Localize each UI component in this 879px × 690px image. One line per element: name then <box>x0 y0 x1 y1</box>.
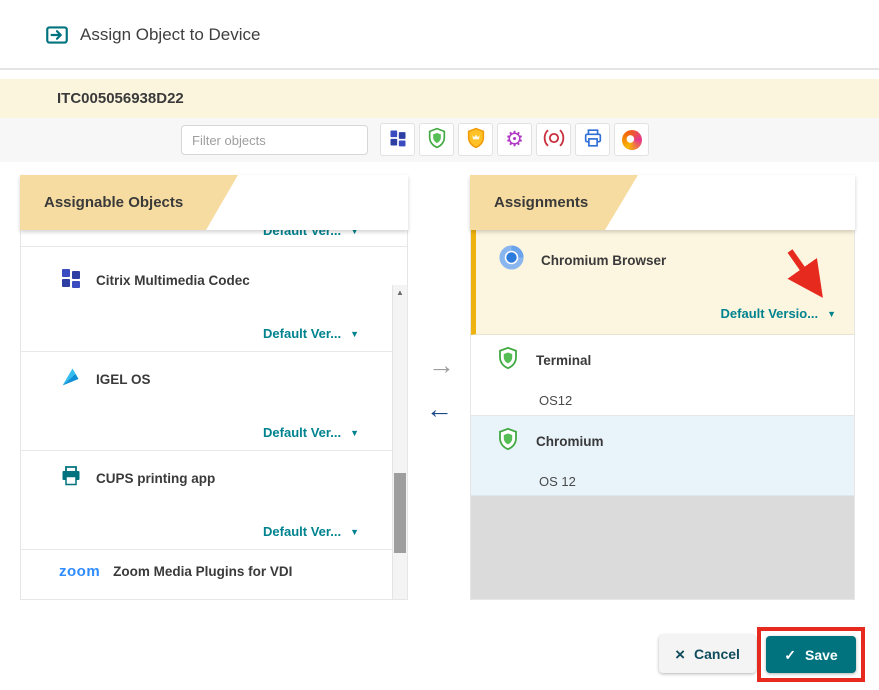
caret-down-icon: ▼ <box>350 329 359 339</box>
profile-shield-icon <box>496 346 520 375</box>
filter-red-ring-button[interactable] <box>536 123 571 156</box>
check-icon: ✓ <box>784 648 796 662</box>
assignable-objects-panel: Assignable Objects Default Ver... ▼ <box>20 175 408 600</box>
vertical-scrollbar[interactable]: ▲ ▼ <box>392 285 407 600</box>
object-label: CUPS printing app <box>96 471 215 486</box>
assignment-row-chromium-browser[interactable]: Chromium Browser Default Versio... ▼ <box>471 230 854 335</box>
filter-printer-button[interactable] <box>575 123 610 156</box>
assignable-objects-title: Assignable Objects <box>44 175 183 230</box>
object-label: Citrix Multimedia Codec <box>96 273 250 288</box>
filter-green-shield-button[interactable] <box>419 123 454 156</box>
citrix-codec-icon <box>59 266 83 295</box>
version-dropdown[interactable]: Default Ver... ▼ <box>263 230 359 238</box>
apps-grid-filter-icon <box>388 128 408 151</box>
assignment-os-label: OS12 <box>539 393 572 408</box>
cancel-button[interactable]: × Cancel <box>659 635 756 673</box>
filter-objects-input[interactable] <box>181 125 368 155</box>
assignable-objects-header: Assignable Objects <box>20 175 408 230</box>
filter-toolbar: ⚙ <box>0 118 879 162</box>
filter-browser-button[interactable] <box>614 123 649 156</box>
orange-shield-filter-icon <box>465 127 487 152</box>
filter-orange-shield-button[interactable] <box>458 123 493 156</box>
filter-apps-button[interactable] <box>380 123 415 156</box>
version-dropdown[interactable]: Default Ver... ▼ <box>263 524 359 539</box>
caret-down-icon: ▼ <box>350 527 359 537</box>
object-label: Zoom Media Plugins for VDI <box>113 564 292 579</box>
filter-icon-row: ⚙ <box>380 123 649 156</box>
device-name-bar: ITC005056938D22 <box>0 79 879 118</box>
object-row-zoom-media-plugins[interactable]: zoom Zoom Media Plugins for VDI <box>21 550 407 600</box>
red-ring-filter-icon <box>543 127 565 152</box>
chromium-browser-icon <box>498 244 525 276</box>
object-label: IGEL OS <box>96 372 151 387</box>
assignments-panel: Assignments Chromium Browser <box>470 175 855 600</box>
device-name: ITC005056938D22 <box>57 90 184 107</box>
scroll-up-icon[interactable]: ▲ <box>393 288 407 297</box>
assign-right-arrow-button[interactable]: → <box>428 352 455 379</box>
assignments-header: Assignments <box>470 175 855 230</box>
purple-gear-filter-icon: ⚙ <box>505 129 524 150</box>
clipped-object-row[interactable]: Default Ver... ▼ <box>21 230 407 247</box>
zoom-logo-icon: zoom <box>59 563 100 580</box>
blue-printer-filter-icon <box>582 127 604 152</box>
assign-object-dialog: Assign Object to Device ITC005056938D22 <box>0 0 879 690</box>
assign-device-icon <box>44 22 70 48</box>
caret-down-icon: ▼ <box>350 230 359 236</box>
profile-shield-icon <box>496 427 520 456</box>
assignment-label: Chromium <box>536 434 604 449</box>
object-row-cups-printing-app[interactable]: CUPS printing app Default Ver... ▼ <box>21 451 407 550</box>
version-dropdown[interactable]: Default Versio... ▼ <box>721 306 836 321</box>
version-dropdown[interactable]: Default Ver... ▼ <box>263 425 359 440</box>
version-dropdown[interactable]: Default Ver... ▼ <box>263 326 359 341</box>
close-x-icon: × <box>675 646 685 663</box>
scrollbar-thumb[interactable] <box>394 473 406 553</box>
assignment-label: Chromium Browser <box>541 253 666 268</box>
orange-circle-filter-icon <box>622 130 642 150</box>
assignments-list: Chromium Browser Default Versio... ▼ Ter… <box>470 230 855 600</box>
assignment-row-terminal[interactable]: Terminal OS12 <box>471 335 854 416</box>
igel-os-icon <box>59 365 83 394</box>
assignment-row-chromium[interactable]: Chromium OS 12 <box>471 416 854 496</box>
caret-down-icon: ▼ <box>827 309 836 319</box>
assignment-label: Terminal <box>536 353 591 368</box>
filter-gear-button[interactable]: ⚙ <box>497 123 532 156</box>
unassign-left-arrow-button[interactable]: ← <box>426 396 453 423</box>
cups-printer-icon <box>59 464 83 493</box>
object-row-igel-os[interactable]: IGEL OS Default Ver... ▼ <box>21 352 407 451</box>
object-row-citrix-multimedia-codec[interactable]: Citrix Multimedia Codec Default Ver... ▼ <box>21 247 407 352</box>
assignments-title: Assignments <box>494 175 588 230</box>
assignable-objects-list: Default Ver... ▼ Citrix Multimedia Code <box>20 230 408 600</box>
dialog-title: Assign Object to Device <box>80 0 260 70</box>
save-button[interactable]: ✓ Save <box>766 636 856 673</box>
dialog-header: Assign Object to Device <box>0 0 879 70</box>
caret-down-icon: ▼ <box>350 428 359 438</box>
green-shield-filter-icon <box>426 127 448 152</box>
assignment-os-label: OS 12 <box>539 474 576 489</box>
